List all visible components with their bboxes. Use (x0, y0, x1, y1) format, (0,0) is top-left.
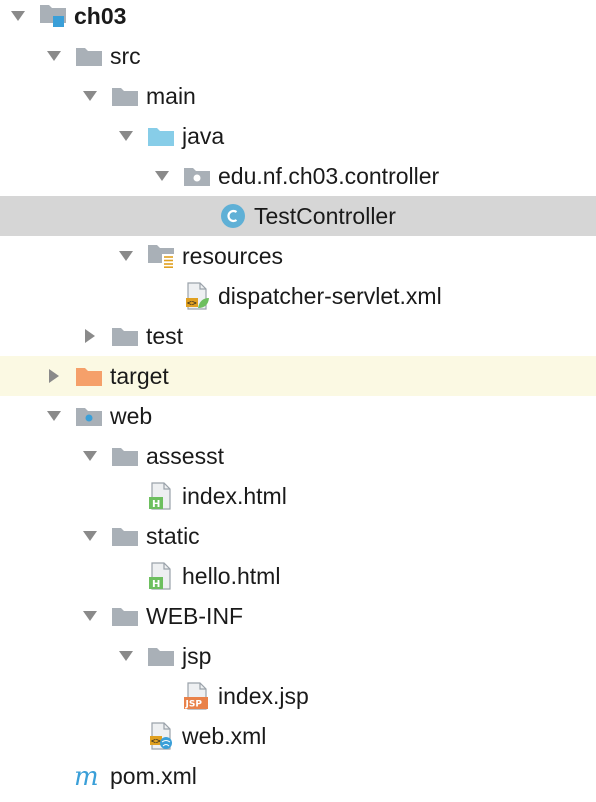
tree-item-label: src (110, 43, 141, 69)
tree-item-label: pom.xml (110, 763, 197, 789)
spring-xml-icon: <> (182, 276, 212, 316)
tree-item-web-xml[interactable]: <> web.xml (0, 716, 596, 756)
web-xml-icon: <> (146, 716, 176, 756)
tree-item-label: WEB-INF (146, 603, 244, 629)
html-file-icon: H (146, 476, 176, 516)
svg-text:m: m (74, 763, 99, 789)
tree-item-edu-nf-ch03-controller[interactable]: edu.nf.ch03.controller (0, 156, 596, 196)
tree-item-web-inf[interactable]: WEB-INF (0, 596, 596, 636)
tree-item-testcontroller[interactable]: TestController (0, 196, 596, 236)
expand-arrow-down-icon[interactable] (152, 156, 172, 196)
tree-item-test[interactable]: test (0, 316, 596, 356)
jsp-file-icon: JSP (182, 676, 212, 716)
folder-icon (74, 36, 104, 76)
expand-arrow-down-icon[interactable] (8, 0, 28, 36)
tree-item-label: java (182, 123, 225, 149)
svg-text:H: H (152, 579, 160, 590)
svg-text:H: H (152, 499, 160, 510)
folder-icon (110, 596, 140, 636)
package-icon (182, 156, 212, 196)
expand-arrow-down-icon[interactable] (44, 396, 64, 436)
expand-arrow-down-icon[interactable] (116, 116, 136, 156)
folder-icon (110, 516, 140, 556)
collapse-arrow-right-icon[interactable] (44, 356, 64, 396)
tree-item-label: web.xml (182, 723, 267, 749)
project-tree: ch03 src main java edu.nf.ch03.controlle… (0, 0, 596, 802)
tree-item-resources[interactable]: resources (0, 236, 596, 276)
expand-arrow-down-icon[interactable] (80, 76, 100, 116)
collapse-arrow-right-icon[interactable] (80, 316, 100, 356)
tree-item-pom-xml[interactable]: m pom.xml (0, 756, 596, 796)
tree-item-label: resources (182, 243, 283, 269)
folder-icon (110, 436, 140, 476)
resources-folder-icon (146, 236, 176, 276)
web-folder-icon (74, 396, 104, 436)
folder-icon (110, 316, 140, 356)
expand-arrow-down-icon[interactable] (116, 636, 136, 676)
tree-item-label: ch03 (74, 3, 127, 29)
tree-item-label: main (146, 83, 196, 109)
tree-item-main[interactable]: main (0, 76, 596, 116)
tree-item-label: dispatcher-servlet.xml (218, 283, 442, 309)
tree-item-label: test (146, 323, 184, 349)
tree-item-label: web (110, 403, 153, 429)
excluded-folder-icon (74, 356, 104, 396)
module-icon (38, 0, 68, 36)
expand-arrow-down-icon[interactable] (116, 236, 136, 276)
expand-arrow-down-icon[interactable] (80, 516, 100, 556)
svg-text:<>: <> (187, 299, 197, 308)
tree-item-label: edu.nf.ch03.controller (218, 163, 440, 189)
tree-item-label: static (146, 523, 200, 549)
tree-item-assesst[interactable]: assesst (0, 436, 596, 476)
tree-item-index-html[interactable]: Hindex.html (0, 476, 596, 516)
class-icon (218, 196, 248, 236)
tree-item-label: TestController (254, 203, 396, 229)
expand-arrow-down-icon[interactable] (80, 436, 100, 476)
tree-item-dispatcher-servlet-xml[interactable]: <> dispatcher-servlet.xml (0, 276, 596, 316)
svg-text:JSP: JSP (185, 700, 203, 710)
tree-item-label: assesst (146, 443, 224, 469)
svg-text:<>: <> (151, 737, 161, 746)
tree-item-hello-html[interactable]: Hhello.html (0, 556, 596, 596)
tree-item-target[interactable]: target (0, 356, 596, 396)
tree-item-static[interactable]: static (0, 516, 596, 556)
expand-arrow-down-icon[interactable] (44, 36, 64, 76)
tree-item-ch03[interactable]: ch03 (0, 0, 596, 36)
tree-item-java[interactable]: java (0, 116, 596, 156)
tree-item-label: hello.html (182, 563, 281, 589)
folder-icon (110, 76, 140, 116)
source-folder-icon (146, 116, 176, 156)
tree-item-label: index.html (182, 483, 287, 509)
tree-item-jsp[interactable]: jsp (0, 636, 596, 676)
tree-item-label: target (110, 363, 169, 389)
html-file-icon: H (146, 556, 176, 596)
tree-item-index-jsp[interactable]: JSP index.jsp (0, 676, 596, 716)
tree-item-web[interactable]: web (0, 396, 596, 436)
expand-arrow-down-icon[interactable] (80, 596, 100, 636)
folder-icon (146, 636, 176, 676)
maven-icon: m (74, 756, 104, 796)
tree-item-src[interactable]: src (0, 36, 596, 76)
tree-item-label: jsp (182, 643, 212, 669)
tree-item-label: index.jsp (218, 683, 309, 709)
